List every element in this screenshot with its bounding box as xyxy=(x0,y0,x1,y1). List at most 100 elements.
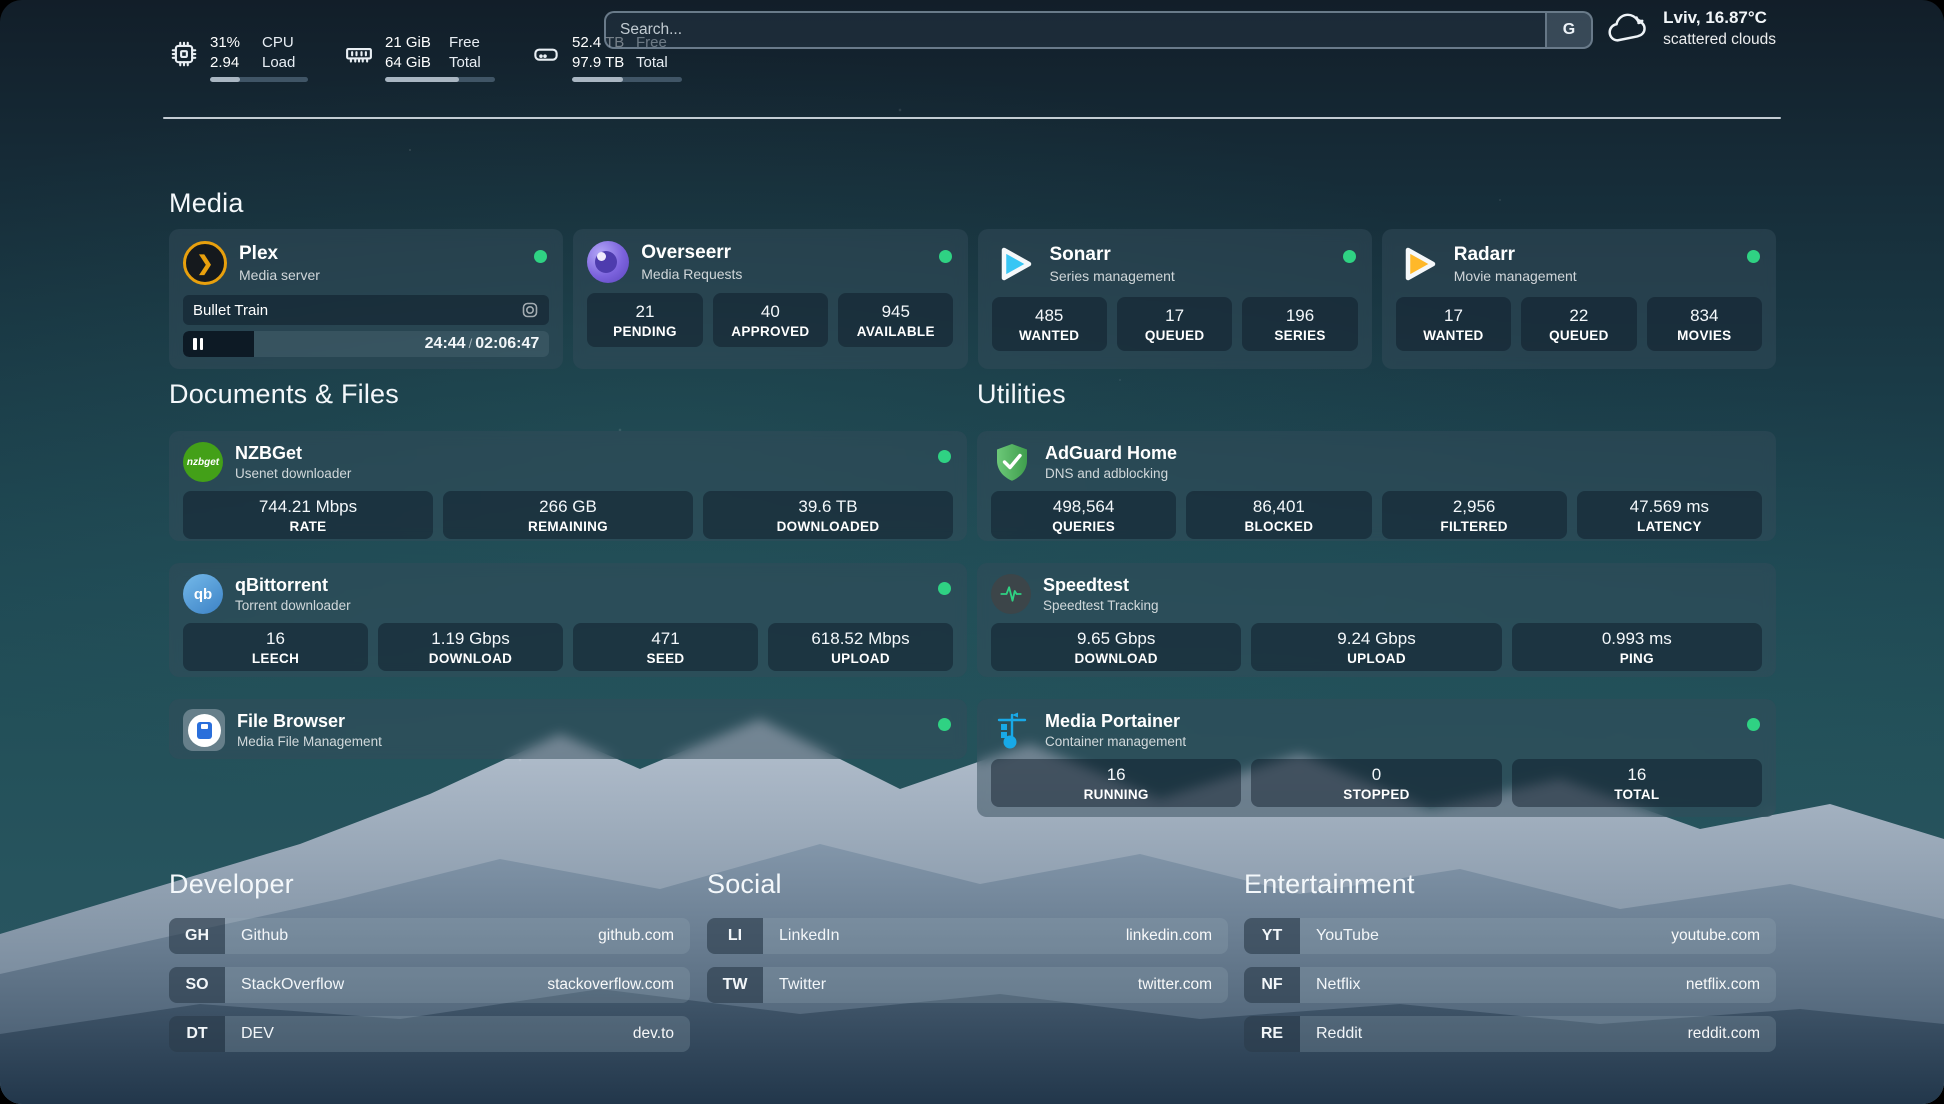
cpu-progress-bar xyxy=(210,77,308,82)
search-engine-button[interactable]: G xyxy=(1545,13,1591,47)
service-name: Radarr xyxy=(1454,243,1577,267)
section-heading-utilities: Utilities xyxy=(977,379,1066,410)
bookmark-github[interactable]: GH Github github.com xyxy=(169,918,690,954)
cpu-stat-widget: 31%CPU 2.94Load xyxy=(169,33,308,82)
speedtest-icon xyxy=(991,574,1031,614)
weather-condition: scattered clouds xyxy=(1663,29,1776,50)
service-subtitle: Media Requests xyxy=(641,265,742,283)
service-card-nzbget[interactable]: nzbget NZBGet Usenet downloader 744.21 M… xyxy=(169,431,967,541)
section-heading-media: Media xyxy=(169,188,244,219)
bookmark-url: dev.to xyxy=(633,1025,674,1043)
stat-tile: 945AVAILABLE xyxy=(838,293,953,347)
portainer-icon xyxy=(991,709,1033,751)
video-icon xyxy=(521,301,539,319)
pause-icon[interactable] xyxy=(193,338,203,350)
bookmark-abbr: SO xyxy=(169,967,225,1003)
bookmark-name: Netflix xyxy=(1316,976,1686,994)
playback-time: 24:44/02:06:47 xyxy=(425,335,540,353)
nzbget-icon: nzbget xyxy=(183,442,223,482)
stat-tile: 0STOPPED xyxy=(1251,759,1501,807)
service-card-plex[interactable]: ❯ Plex Media server Bullet Train xyxy=(169,229,563,369)
service-subtitle: Media File Management xyxy=(237,733,382,751)
cpu-load-label: Load xyxy=(262,53,308,73)
service-card-adguard[interactable]: AdGuard Home DNS and adblocking 498,564Q… xyxy=(977,431,1776,541)
dashboard: 31%CPU 2.94Load 21 GiBFree 64 GiBTotal xyxy=(0,0,1944,1104)
bookmark-stackoverflow[interactable]: SO StackOverflow stackoverflow.com xyxy=(169,967,690,1003)
stat-tile: 86,401BLOCKED xyxy=(1186,491,1371,539)
stat-tile: 40APPROVED xyxy=(713,293,828,347)
stat-tile: 744.21 MbpsRATE xyxy=(183,491,433,539)
cpu-usage-label: CPU xyxy=(262,33,308,53)
service-card-filebrowser[interactable]: File Browser Media File Management xyxy=(169,699,967,759)
stat-tile: 16LEECH xyxy=(183,623,368,671)
stat-tile: 834MOVIES xyxy=(1647,297,1762,351)
bookmark-twitter[interactable]: TW Twitter twitter.com xyxy=(707,967,1228,1003)
status-dot xyxy=(938,582,951,595)
memory-total-value: 64 GiB xyxy=(385,53,431,73)
service-subtitle: Media server xyxy=(239,266,320,284)
service-name: AdGuard Home xyxy=(1045,441,1177,465)
bookmark-reddit[interactable]: RE Reddit reddit.com xyxy=(1244,1016,1776,1052)
service-subtitle: Series management xyxy=(1050,267,1175,285)
bookmark-dev[interactable]: DT DEV dev.to xyxy=(169,1016,690,1052)
bookmark-url: linkedin.com xyxy=(1126,927,1212,945)
service-card-sonarr[interactable]: Sonarr Series management 485WANTED 17QUE… xyxy=(978,229,1372,369)
stat-tile: 22QUEUED xyxy=(1521,297,1636,351)
section-heading-developer: Developer xyxy=(169,869,294,900)
status-dot xyxy=(938,450,951,463)
bookmark-url: twitter.com xyxy=(1138,976,1212,994)
disk-progress-bar xyxy=(572,77,682,82)
filebrowser-icon xyxy=(183,709,225,751)
memory-stat-widget: 21 GiBFree 64 GiBTotal xyxy=(344,33,495,82)
service-name: qBittorrent xyxy=(235,573,351,597)
disk-total-label: Total xyxy=(636,53,682,73)
bookmark-abbr: TW xyxy=(707,967,763,1003)
disk-icon xyxy=(531,39,561,69)
cloud-icon xyxy=(1605,8,1651,48)
service-card-overseerr[interactable]: Overseerr Media Requests 21PENDING 40APP… xyxy=(573,229,967,369)
stat-tile: 21PENDING xyxy=(587,293,702,347)
stat-tile: 498,564QUERIES xyxy=(991,491,1176,539)
bookmark-url: stackoverflow.com xyxy=(547,976,674,994)
service-subtitle: Movie management xyxy=(1454,267,1577,285)
stat-tile: 17QUEUED xyxy=(1117,297,1232,351)
bookmark-netflix[interactable]: NF Netflix netflix.com xyxy=(1244,967,1776,1003)
bookmark-linkedin[interactable]: LI LinkedIn linkedin.com xyxy=(707,918,1228,954)
stat-tile: 9.65 GbpsDOWNLOAD xyxy=(991,623,1241,671)
service-subtitle: Container management xyxy=(1045,733,1186,751)
bookmark-column-social: LI LinkedIn linkedin.com TW Twitter twit… xyxy=(707,918,1228,1016)
topbar-divider xyxy=(163,117,1781,119)
service-card-radarr[interactable]: Radarr Movie management 17WANTED 22QUEUE… xyxy=(1382,229,1776,369)
disk-total-value: 97.9 TB xyxy=(572,53,624,73)
bookmark-youtube[interactable]: YT YouTube youtube.com xyxy=(1244,918,1776,954)
service-name: NZBGet xyxy=(235,441,351,465)
status-dot xyxy=(1343,250,1356,263)
stat-tile: 2,956FILTERED xyxy=(1382,491,1567,539)
bookmark-url: github.com xyxy=(598,927,674,945)
bookmark-abbr: YT xyxy=(1244,918,1300,954)
status-dot xyxy=(534,250,547,263)
cpu-usage-value: 31% xyxy=(210,33,240,53)
overseerr-icon xyxy=(587,241,629,283)
search-input[interactable] xyxy=(606,13,1545,47)
service-subtitle: DNS and adblocking xyxy=(1045,465,1177,483)
service-card-qbittorrent[interactable]: qb qBittorrent Torrent downloader 16LEEC… xyxy=(169,563,967,677)
plex-icon: ❯ xyxy=(183,241,227,285)
bookmark-abbr: DT xyxy=(169,1016,225,1052)
service-name: Plex xyxy=(239,242,320,266)
service-card-speedtest[interactable]: Speedtest Speedtest Tracking 9.65 GbpsDO… xyxy=(977,563,1776,677)
bookmark-abbr: RE xyxy=(1244,1016,1300,1052)
bookmark-name: DEV xyxy=(241,1025,633,1043)
service-subtitle: Speedtest Tracking xyxy=(1043,597,1159,615)
service-subtitle: Torrent downloader xyxy=(235,597,351,615)
bookmark-abbr: LI xyxy=(707,918,763,954)
adguard-icon xyxy=(991,441,1033,483)
service-name: Media Portainer xyxy=(1045,709,1186,733)
service-name: Sonarr xyxy=(1050,243,1175,267)
sonarr-icon xyxy=(992,241,1038,287)
service-card-portainer[interactable]: Media Portainer Container management 16R… xyxy=(977,699,1776,817)
bookmark-name: Github xyxy=(241,927,598,945)
bookmark-column-developer: GH Github github.com SO StackOverflow st… xyxy=(169,918,690,1065)
weather-location: Lviv, 16.87°C xyxy=(1663,6,1776,29)
status-dot xyxy=(1747,718,1760,731)
